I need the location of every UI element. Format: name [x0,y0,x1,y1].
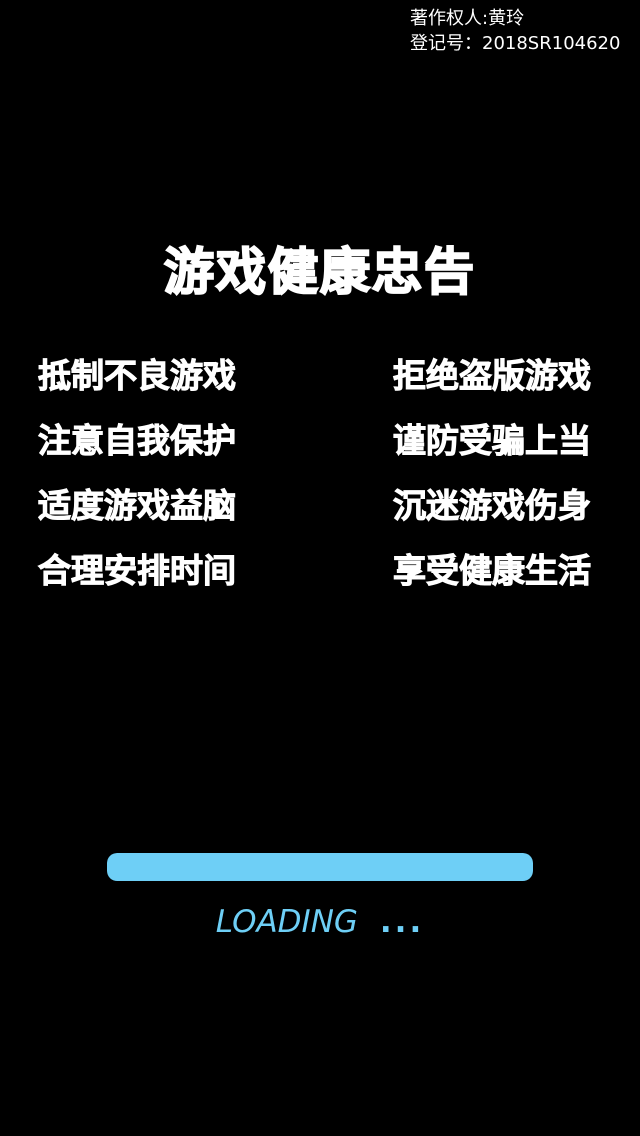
advice-item: 合理安排时间 [38,551,237,591]
health-advice-title: 游戏健康忠告 [163,242,476,302]
advice-item: 谨防受骗上当 [393,421,592,461]
loading-progress-bar [107,853,533,881]
advice-item: 适度游戏益脑 [38,486,237,526]
advice-item: 注意自我保护 [38,421,237,461]
loading-progress-fill [107,853,533,881]
advice-item: 享受健康生活 [393,551,592,591]
advice-item: 沉迷游戏伤身 [393,486,592,526]
loading-indicator: LOADING... [0,900,640,944]
loading-label: LOADING [215,904,358,940]
advice-item: 抵制不良游戏 [38,356,237,396]
loading-dots: ... [379,904,425,940]
advice-item: 拒绝盗版游戏 [393,356,592,396]
copyright-owner: 著作权人:黄玲 [410,8,525,29]
copyright-registration: 登记号：2018SR104620 [410,33,621,54]
copyright-notice: 著作权人:黄玲 登记号：2018SR104620 [410,6,638,56]
